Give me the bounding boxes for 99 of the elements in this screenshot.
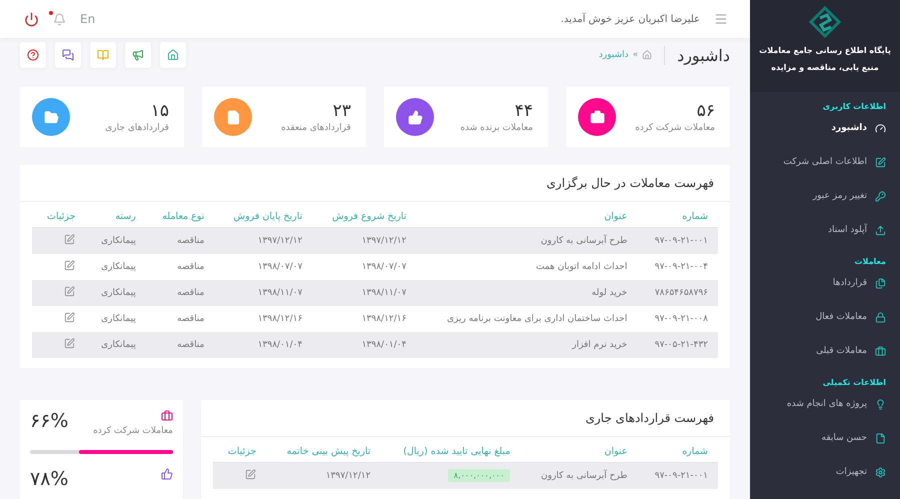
table-cell: طرح آبرسانی به کارون (520, 462, 638, 489)
table-cell: ۱۳۹۷/۱۲/۱۲ (266, 462, 381, 489)
progress-label: معاملات شرکت کرده (93, 426, 173, 436)
table-cell: مناقصه (146, 228, 214, 254)
table-cell: ۹۷-۰۹-۲۱-۰۰۸ (637, 306, 718, 332)
sidebar-item[interactable]: داشبورد (750, 111, 900, 145)
edit-icon[interactable] (64, 286, 76, 297)
brand-title: پایگاه اطلاع رسانی جامع معاملات (759, 46, 891, 55)
progress-value: ۷۸% (30, 468, 68, 490)
table-cell: پیمانکاری (85, 280, 146, 306)
table-cell: ۱۳۹۸/۰۱/۰۴ (214, 332, 312, 358)
table-title: فهرست معاملات در حال برگزاری (20, 165, 730, 202)
chat-icon (62, 49, 74, 61)
stat-value: ۱۵ (150, 101, 169, 121)
table-cell: ۱۳۹۸/۱۲/۱۶ (312, 306, 416, 332)
table-cell: خرید نرم افزار (416, 332, 638, 358)
breadcrumb-separator: » (632, 50, 638, 60)
page-title: داشبورد (664, 46, 730, 64)
stat-value: ۲۳ (332, 101, 351, 121)
sidebar-item[interactable]: اطلاعات اصلی شرکت (750, 145, 900, 179)
settings-icon (875, 466, 886, 478)
table-cell: مناقصه (146, 332, 214, 358)
table-cell: ۱۳۹۷/۱۲/۱۲ (214, 228, 312, 254)
amount-tag: ۸,۰۰۰,۰۰۰,۰۰۰ (448, 469, 510, 482)
table-cell: پیمانکاری (85, 254, 146, 280)
lock-icon (875, 312, 886, 322)
edit-icon[interactable] (64, 338, 76, 349)
table-cell: مناقصه (146, 254, 214, 280)
table-cell: ۹۷-۰۹-۲۱-۰۰۱ (637, 462, 718, 489)
file-icon (226, 110, 240, 124)
table-cell: احداث ادامه اتوبان همت (416, 254, 638, 280)
table-cell: ۱۳۹۸/۰۱/۰۴ (312, 332, 416, 358)
megaphone-icon (132, 49, 144, 61)
sidebar-item[interactable]: قراردادها (750, 266, 900, 300)
sidebar-item[interactable]: تجهیزات (750, 455, 900, 489)
sidebar-item[interactable]: حسن سابقه (750, 421, 900, 455)
gauge-icon (875, 122, 886, 134)
edit-icon[interactable] (64, 260, 76, 271)
sidebar-item[interactable]: معاملات قبلی (750, 334, 900, 368)
section-title: اطلاعات کاربری (822, 101, 887, 111)
edit-icon[interactable] (64, 234, 76, 245)
table-cell: احداث ساختمان اداری برای معاونت برنامه ریزی (416, 306, 638, 332)
table-cell: ۱۳۹۸/۱۲/۱۶ (214, 306, 312, 332)
table-cell: ۱۳۹۸/۱۱/۰۷ (214, 280, 312, 306)
shortcut-button[interactable] (125, 42, 151, 68)
edit-icon (875, 156, 886, 168)
stat-label: معاملات شرکت کرده (635, 123, 715, 133)
table-cell: ۱۳۹۸/۰۷/۰۷ (214, 254, 312, 280)
stat-value: ۴۴ (514, 101, 533, 121)
sidebar-item[interactable]: آپلود اسناد (750, 213, 900, 247)
table-cell: ۱۳۹۷/۱۲/۱۲ (312, 228, 416, 254)
table-cell: ۹۷-۰۹-۲۱-۰۰۴ (637, 254, 718, 280)
menu-icon[interactable] (714, 12, 728, 26)
edit-icon[interactable] (245, 469, 256, 480)
files-icon (875, 278, 886, 288)
lightbulb-icon (875, 398, 886, 410)
stat-label: قراردادهای جاری (105, 123, 169, 133)
file-icon (875, 432, 886, 444)
table-cell: پیمانکاری (85, 228, 146, 254)
key-icon (875, 190, 886, 202)
stat-label: معاملات برنده شده (460, 123, 533, 133)
briefcase-icon (875, 346, 886, 356)
table-cell: پیمانکاری (85, 332, 146, 358)
stat-label: قراردادهای منعقده (281, 123, 351, 133)
table-cell: ۱۳۹۸/۰۷/۰۷ (312, 254, 416, 280)
table-cell: مناقصه (146, 280, 214, 306)
table-title: فهرست قراردادهای جاری (201, 400, 730, 437)
shortcut-button[interactable] (20, 42, 46, 68)
edit-icon[interactable] (64, 312, 76, 323)
power-icon[interactable] (24, 12, 39, 26)
table-cell: ۱۳۹۸/۱۱/۰۷ (312, 280, 416, 306)
table-cell: طرح آبرسانی به کارون (416, 228, 638, 254)
home-icon (167, 49, 179, 61)
table-cell: خرید لوله (416, 280, 638, 306)
sidebar-item[interactable]: تغییر رمز عبور (750, 179, 900, 213)
book-icon (97, 49, 109, 61)
thumbs-up-icon (408, 110, 422, 124)
welcome-text: علیرضا اکبریان عزیز خوش آمدید. (560, 14, 700, 24)
brand-title: منبع یابی، مناقصه و مزایده (771, 63, 879, 72)
section-title: اطلاعات تکمیلی (822, 377, 887, 387)
upload-icon (875, 224, 886, 236)
stat-value: ۵۶ (696, 101, 715, 121)
briefcase-icon (590, 110, 604, 124)
section-title: معاملات (853, 256, 887, 266)
shortcut-button[interactable] (160, 42, 186, 68)
folder-icon (44, 110, 58, 124)
progress-value: ۶۶% (30, 410, 68, 432)
table-cell: پیمانکاری (85, 306, 146, 332)
table-cell: مناقصه (146, 306, 214, 332)
table-cell: ۹۷-۰۵-۲۱-۴۳۲ (637, 332, 718, 358)
bell-icon[interactable] (53, 12, 66, 26)
help-icon (27, 49, 39, 61)
table-cell: ۷۸۶۵۴۶۵۸۷۹۶ (637, 280, 718, 306)
table-cell: ۹۷-۰۹-۲۱-۰۰۱ (637, 228, 718, 254)
shortcut-button[interactable] (55, 42, 81, 68)
sidebar-item[interactable]: معاملات فعال (750, 300, 900, 334)
sidebar-item[interactable]: پروژه های انجام شده (750, 387, 900, 421)
logo-icon (809, 6, 841, 38)
home-icon[interactable] (642, 50, 652, 60)
